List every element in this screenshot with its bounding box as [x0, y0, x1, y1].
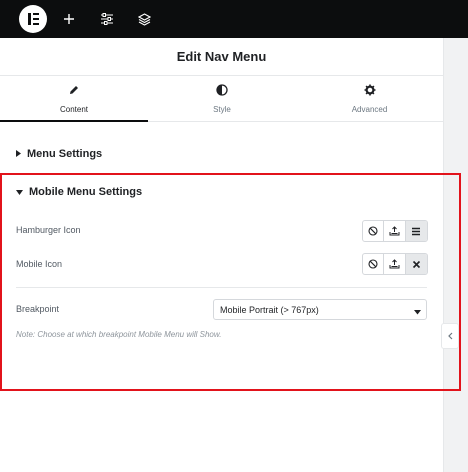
structure-layers-icon[interactable]: [133, 8, 155, 30]
tab-style[interactable]: Style: [148, 76, 296, 122]
site-settings-sliders-icon[interactable]: [96, 8, 118, 30]
section-menu-settings[interactable]: Menu Settings: [16, 148, 102, 160]
elementor-logo-icon[interactable]: [19, 5, 47, 33]
pencil-icon: [0, 84, 148, 98]
tab-content-label: Content: [59, 105, 89, 114]
tab-style-label: Style: [213, 105, 231, 114]
half-circle-icon: [148, 84, 296, 98]
section-menu-settings-title: Menu Settings: [27, 148, 103, 160]
add-element-icon[interactable]: [58, 8, 80, 30]
highlight-box: [0, 173, 461, 391]
panel-header: Edit Nav Menu: [0, 38, 443, 76]
gear-icon: [296, 84, 443, 98]
tab-advanced-label: Advanced: [351, 105, 388, 114]
caret-right-icon: [16, 148, 21, 160]
panel-title: Edit Nav Menu: [176, 49, 267, 64]
tab-advanced[interactable]: Advanced: [296, 76, 443, 122]
editor-topbar: [0, 0, 468, 38]
panel-tabs: Content Style Advanced: [0, 76, 443, 122]
tab-content[interactable]: Content: [0, 76, 148, 122]
